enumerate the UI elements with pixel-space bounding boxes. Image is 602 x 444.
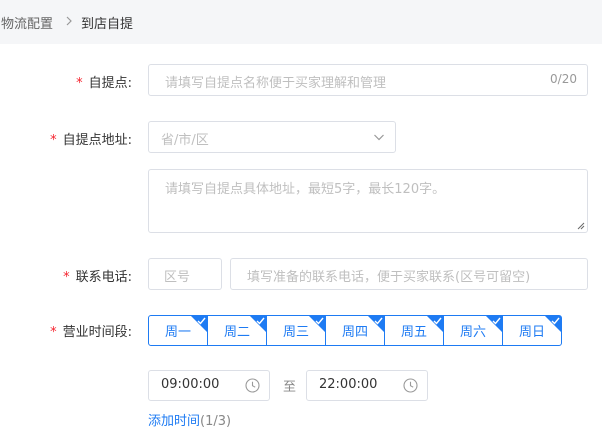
clock-icon [403,378,418,393]
hours-label: * 营业时间段: [50,325,132,340]
pickup-address-label: * 自提点地址: [50,133,132,148]
day-saturday[interactable]: 周六 [443,315,503,346]
clock-icon [245,378,260,393]
day-friday[interactable]: 周五 [384,315,444,346]
pickup-name-counter: 0/20 [550,72,577,86]
check-icon [197,317,206,325]
breadcrumb-current: 到店自提 [81,17,134,32]
start-time-picker[interactable]: 09:00:00 [148,370,270,401]
required-mark: * [50,133,57,148]
end-time-value: 22:00:00 [319,377,378,392]
day-sunday[interactable]: 周日 [502,315,562,346]
pickup-name-label: * 自提点: [76,76,132,91]
address-detail-textarea[interactable]: 请填写自提点具体地址，最短5字，最长120字。 [148,169,588,233]
required-mark: * [50,325,57,340]
day-wednesday[interactable]: 周三 [266,315,326,346]
required-mark: * [63,270,70,285]
pickup-name-input[interactable]: 请填写自提点名称便于买家理解和管理 0/20 [148,64,588,96]
address-detail-placeholder: 请填写自提点具体地址，最短5字，最长120字。 [165,182,446,197]
chevron-down-icon [374,134,384,141]
area-code-input[interactable]: 区号 [148,258,222,290]
region-select-placeholder: 省/市/区 [161,133,209,148]
day-thursday[interactable]: 周四 [325,315,385,346]
day-tuesday[interactable]: 周二 [207,315,267,346]
check-icon [256,317,265,325]
day-label: 周日 [518,325,545,340]
phone-number-input[interactable]: 填写准备的联系电话，便于买家联系(区号可留空) [230,258,588,290]
breadcrumb: 物流配置 到店自提 [0,0,602,44]
phone-number-placeholder: 填写准备的联系电话，便于买家联系(区号可留空) [247,270,531,285]
day-label: 周六 [459,325,486,340]
breadcrumb-parent[interactable]: 物流配置 [1,13,53,32]
region-select[interactable]: 省/市/区 [148,121,396,153]
resize-handle-icon[interactable] [577,222,585,230]
add-time-link[interactable]: 添加时间 [148,414,200,429]
day-monday[interactable]: 周一 [148,315,208,346]
form-panel [0,44,602,444]
end-time-picker[interactable]: 22:00:00 [306,370,428,401]
check-icon [315,317,324,325]
required-mark: * [76,76,83,91]
check-icon [492,317,501,325]
start-time-value: 09:00:00 [161,377,220,392]
add-time-row: 添加时间(1/3) [148,410,231,429]
day-label: 周三 [282,325,309,340]
check-icon [433,317,442,325]
day-label: 周二 [223,325,250,340]
add-time-count: (1/3) [200,414,232,429]
day-label: 周五 [400,325,427,340]
phone-label: * 联系电话: [63,270,132,285]
day-label: 周四 [341,325,368,340]
chevron-right-icon [66,16,72,26]
time-range-separator: 至 [283,380,297,395]
pickup-name-placeholder: 请填写自提点名称便于买家理解和管理 [165,76,387,91]
area-code-placeholder: 区号 [164,270,191,285]
weekday-selector: 周一 周二 周三 周四 周五 周六 周日 [148,315,562,346]
day-label: 周一 [164,325,191,340]
check-icon [551,317,560,325]
check-icon [374,317,383,325]
